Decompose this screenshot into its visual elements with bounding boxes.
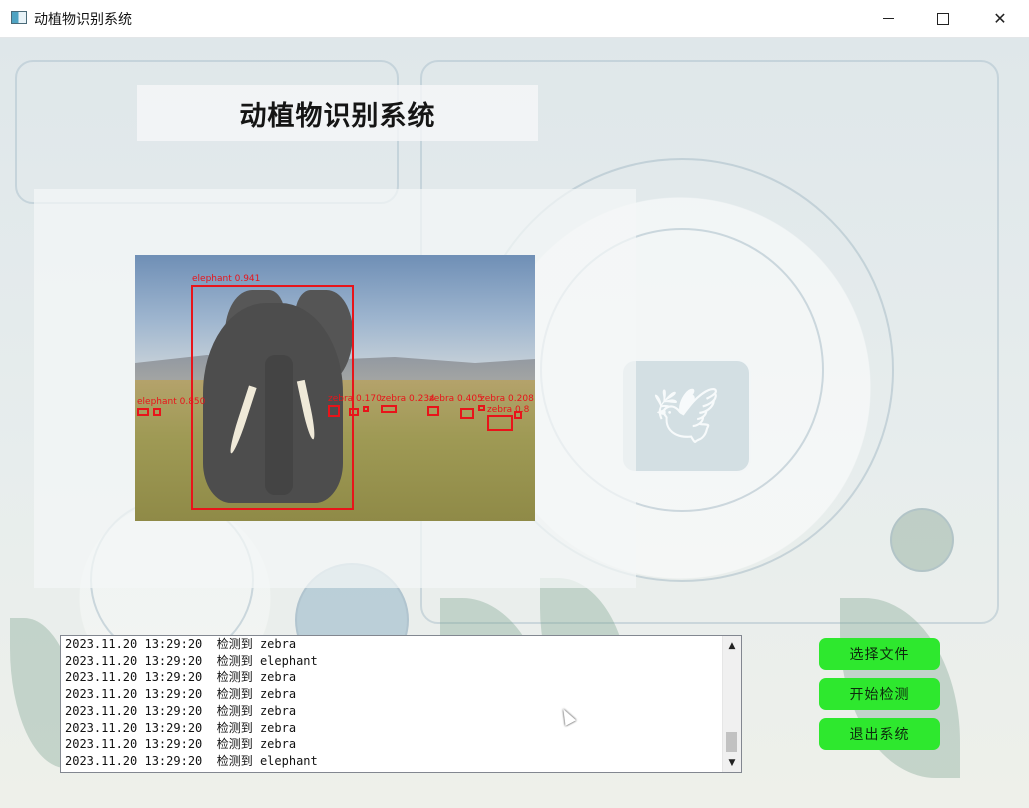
detection-box (381, 405, 397, 413)
detection-label: zebra 0.170 (328, 394, 382, 404)
detection-log-list[interactable]: 2023.11.20 13:29:20 检测到 zebra 2023.11.20… (60, 635, 742, 773)
decor-ring (890, 508, 954, 572)
log-row: 2023.11.20 13:29:20 检测到 zebra (65, 703, 297, 718)
header-banner: 动植物识别系统 (137, 85, 538, 141)
log-row: 2023.11.20 13:29:20 检测到 zebra (65, 637, 297, 651)
window-title-bar: 动植物识别系统 ✕ (0, 0, 1029, 38)
detection-box (153, 408, 161, 416)
close-icon: ✕ (993, 9, 1007, 28)
log-row: 2023.11.20 13:29:20 检测到 elephant (65, 653, 318, 668)
detection-label: zebra 0.208 (480, 394, 534, 404)
detection-box (363, 406, 369, 412)
detection-box (137, 408, 149, 416)
detection-label: zebra 0.234 (381, 394, 435, 404)
log-row: 2023.11.20 13:29:20 检测到 zebra (65, 670, 297, 685)
detection-box (349, 408, 359, 416)
minimize-button[interactable] (860, 0, 916, 37)
exit-system-button[interactable]: 退出系统 (819, 718, 940, 750)
page-title: 动植物识别系统 (239, 100, 436, 132)
log-row: 2023.11.20 13:29:20 检测到 elephant (65, 753, 318, 768)
scroll-down-arrow-icon[interactable]: ▼ (723, 754, 741, 771)
maximize-icon (937, 12, 949, 25)
log-row: 2023.11.20 13:29:20 检测到 zebra (65, 687, 297, 702)
minimize-icon (882, 18, 894, 19)
bird-icon: 🕊 (621, 359, 751, 473)
detection-label: zebra 0.8 (487, 405, 530, 415)
scroll-up-arrow-icon[interactable]: ▲ (723, 637, 741, 654)
detection-box (427, 406, 439, 416)
detection-label: elephant 0.850 (137, 397, 206, 407)
close-button[interactable]: ✕ (972, 0, 1028, 37)
log-row: 2023.11.20 13:29:20 检测到 zebra (65, 737, 297, 752)
app-window-icon (11, 11, 27, 24)
select-file-button[interactable]: 选择文件 (819, 638, 940, 670)
log-scrollbar[interactable]: ▲ ▼ (722, 636, 741, 772)
start-detection-button[interactable]: 开始检测 (819, 678, 940, 710)
detection-label: zebra 0.405 (429, 394, 483, 404)
detection-image: elephant 0.941 elephant 0.850 zebra 0.17… (135, 255, 535, 521)
detection-box (328, 405, 340, 417)
detection-box (487, 415, 513, 431)
scrollbar-thumb[interactable] (726, 732, 737, 752)
log-row: 2023.11.20 13:29:20 检测到 zebra (65, 720, 297, 735)
detection-box (460, 408, 474, 419)
detection-label: elephant 0.941 (192, 274, 261, 284)
detection-box (478, 405, 485, 411)
window-title: 动植物识别系统 (34, 12, 132, 28)
maximize-button[interactable] (915, 0, 971, 37)
